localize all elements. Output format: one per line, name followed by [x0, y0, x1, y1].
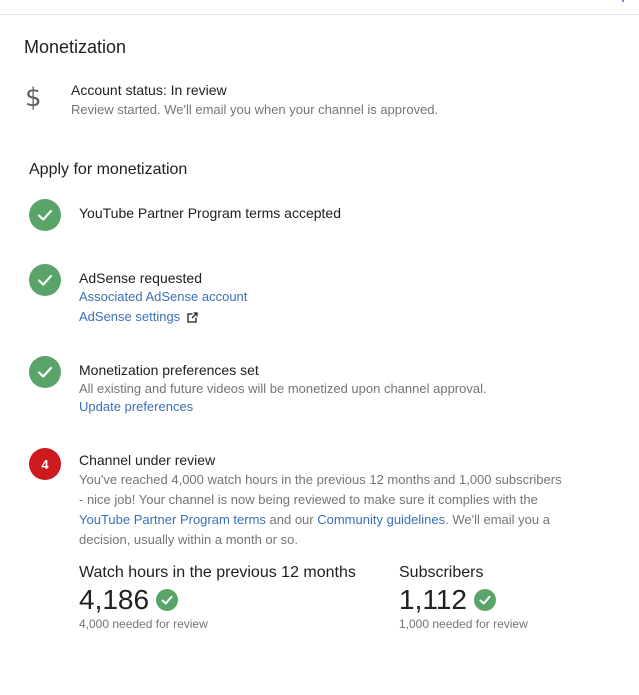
watch-hours-number: 4,186: [79, 584, 150, 615]
associated-adsense-link[interactable]: Associated AdSense account: [79, 289, 247, 304]
subscribers-number: 1,112: [399, 584, 467, 615]
review-text-part2: and our: [265, 512, 318, 527]
top-corner-dot: [622, 0, 624, 2]
check-circle-icon: [29, 356, 61, 388]
page-title: Monetization: [24, 37, 127, 57]
watch-hours-value: 4,186: [79, 584, 179, 616]
adsense-settings-link[interactable]: AdSense settings: [79, 309, 198, 324]
check-circle-icon: [29, 264, 61, 296]
subscribers-note: 1,000 needed for review: [399, 617, 528, 631]
top-divider: [0, 14, 639, 15]
review-description: You've reached 4,000 watch hours in the …: [79, 470, 569, 550]
step-title: AdSense requested: [79, 270, 202, 286]
external-link-icon: [187, 312, 198, 323]
step-number-badge: 4: [29, 448, 61, 480]
update-preferences-link[interactable]: Update preferences: [79, 399, 193, 414]
apply-section-title: Apply for monetization: [29, 161, 188, 178]
check-circle-icon: [156, 589, 179, 611]
step-title: Channel under review: [79, 452, 216, 468]
partner-program-terms-link[interactable]: YouTube Partner Program terms: [79, 512, 266, 527]
check-circle-icon: [474, 589, 496, 611]
account-status-subtext: Review started. We'll email you when you…: [71, 102, 439, 117]
watch-hours-label: Watch hours in the previous 12 months: [79, 564, 356, 581]
watch-hours-note: 4,000 needed for review: [79, 617, 208, 631]
subscribers-label: Subscribers: [399, 564, 484, 581]
step-title: YouTube Partner Program terms accepted: [79, 205, 341, 221]
review-text-part1: You've reached 4,000 watch hours in the …: [79, 472, 562, 507]
subscribers-value: 1,112: [399, 584, 496, 616]
step-description: All existing and future videos will be m…: [79, 381, 487, 396]
dollar-icon: $: [25, 83, 42, 113]
account-status: Account status: In review: [71, 82, 227, 98]
community-guidelines-link[interactable]: Community guidelines: [317, 512, 445, 527]
check-circle-icon: [29, 199, 61, 231]
adsense-settings-label: AdSense settings: [79, 309, 181, 324]
step-title: Monetization preferences set: [79, 362, 259, 378]
